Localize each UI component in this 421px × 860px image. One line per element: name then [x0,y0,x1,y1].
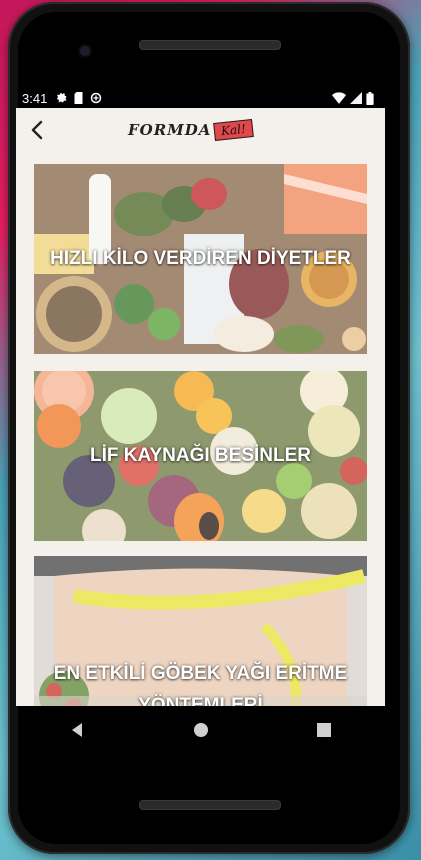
navigation-bar [16,706,385,754]
nav-recents-button[interactable] [304,710,344,750]
earpiece-speaker [139,40,281,50]
card-title: LİF KAYNAĞI BESİNLER [90,445,311,466]
app-logo: FORMDA Kal! [128,116,255,144]
chevron-left-icon[interactable] [26,118,50,142]
card-title: HIZLI KİLO VERDİREN DİYETLER [50,248,351,269]
battery-icon [366,91,374,105]
diet-card-fast-weight-loss[interactable]: HIZLI KİLO VERDİREN DİYETLER [34,164,367,354]
wifi-icon [332,92,346,104]
card-title: EN ETKİLİ GÖBEK YAĞI ERİTME YÖNTEMLERİ [53,663,348,706]
front-camera [78,44,92,58]
data-saver-icon [91,92,102,104]
sd-card-icon [74,92,83,104]
status-bar: 3:41 [16,88,380,108]
back-triangle-icon [71,723,82,737]
belly-fat-card[interactable]: EN ETKİLİ GÖBEK YAĞI ERİTME YÖNTEMLERİ [34,556,367,706]
fiber-foods-card[interactable]: LİF KAYNAĞI BESİNLER [34,371,367,541]
logo-sub-text: Kal! [213,119,255,141]
home-circle-icon [193,723,208,737]
app-bar: FORMDA Kal! [16,108,385,154]
signal-icon [350,92,362,104]
bottom-speaker [139,800,281,810]
status-time: 3:41 [22,90,48,106]
nav-back-button[interactable] [58,710,98,750]
nav-home-button[interactable] [181,710,221,750]
app-screen: FORMDA Kal! HIZLI KİLO VERDİREN DİYETLER… [16,108,385,706]
gear-icon [57,93,67,103]
recents-square-icon [316,723,331,737]
logo-main-text: FORMDA [128,121,212,139]
